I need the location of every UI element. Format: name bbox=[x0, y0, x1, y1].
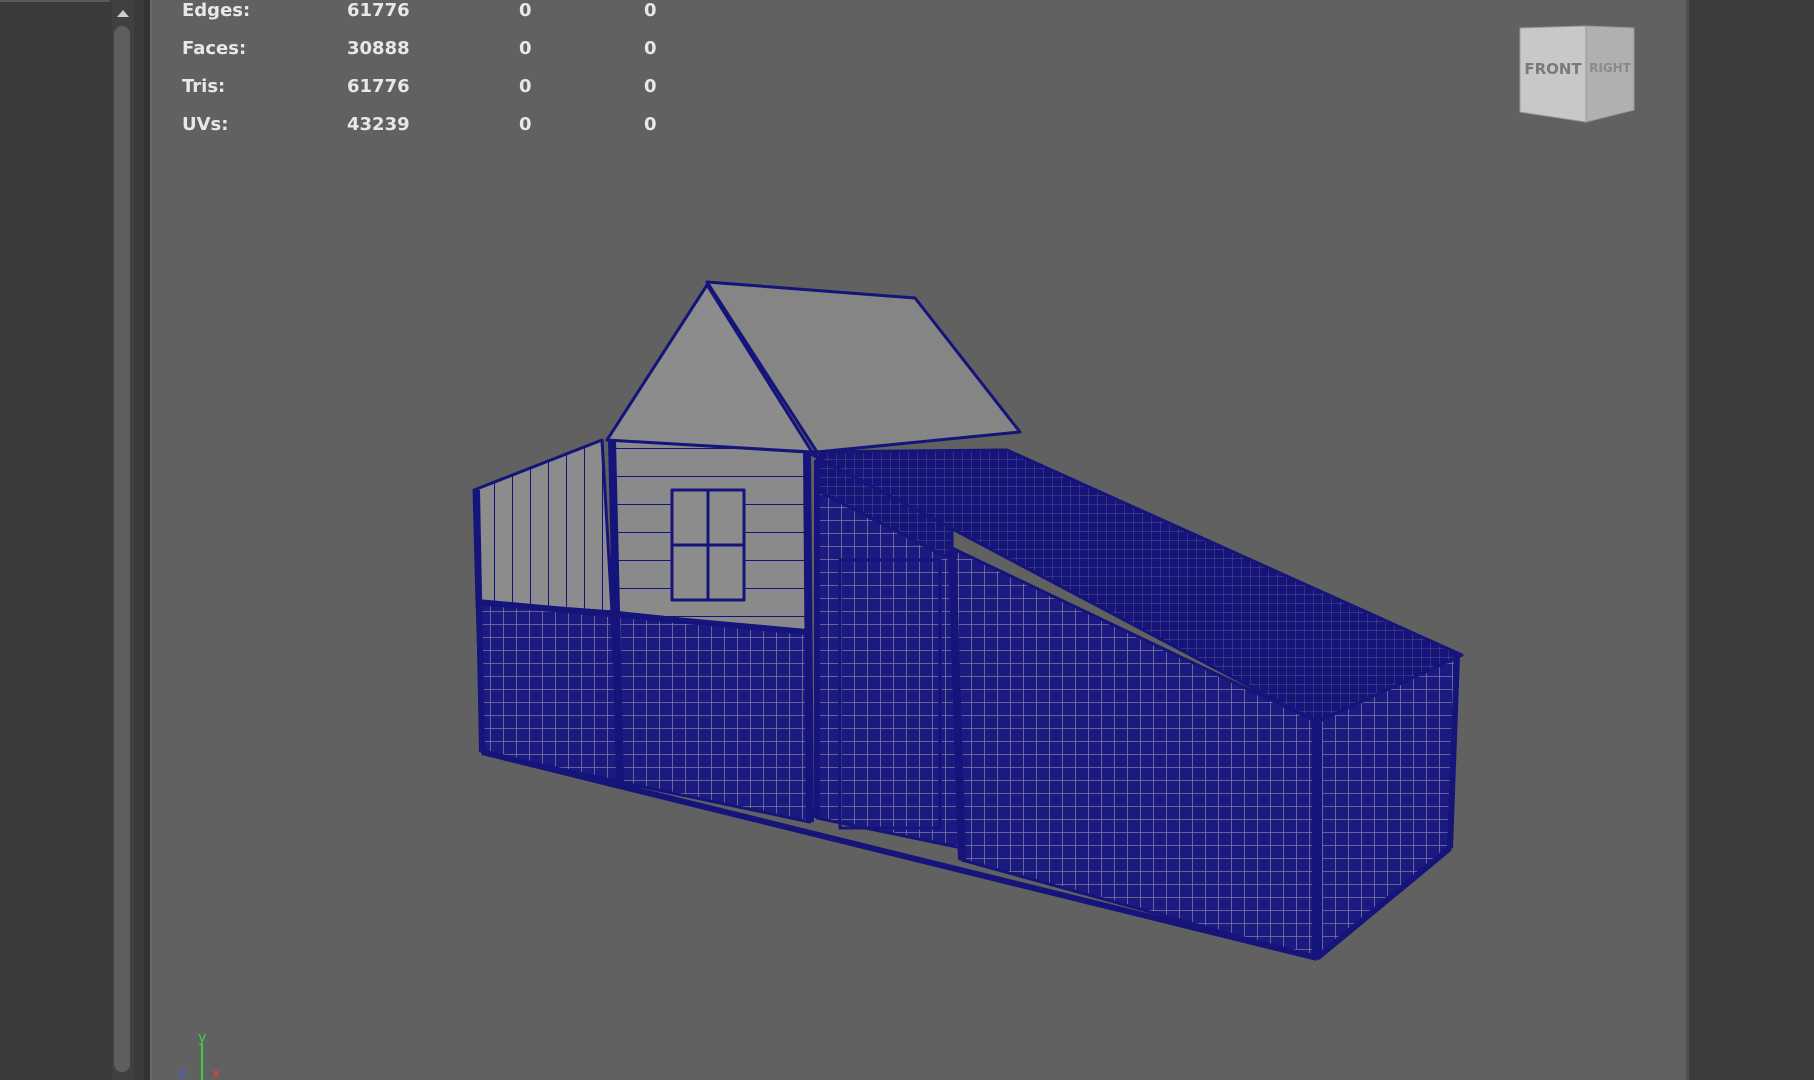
scrollbar-thumb[interactable] bbox=[114, 26, 130, 1072]
axis-y-label: y bbox=[198, 1030, 206, 1046]
axis-gizmo: y z x bbox=[178, 1030, 220, 1080]
axis-x-label: x bbox=[212, 1066, 220, 1080]
viewcube-right-label[interactable]: RIGHT bbox=[1589, 61, 1632, 75]
panel-top-edge bbox=[0, 0, 110, 2]
right-panel bbox=[1686, 0, 1814, 1080]
viewcube[interactable]: FRONT RIGHT bbox=[1512, 22, 1642, 132]
scroll-up-button[interactable] bbox=[112, 2, 134, 24]
3d-viewport[interactable]: Edges: 61776 0 0 Faces: 30888 0 0 Tris: … bbox=[150, 0, 1688, 1080]
chicken-coop-wireframe-model[interactable] bbox=[152, 0, 1688, 1080]
axis-z-label: z bbox=[178, 1066, 185, 1080]
viewcube-front-label[interactable]: FRONT bbox=[1524, 60, 1582, 78]
chevron-up-icon bbox=[117, 10, 129, 17]
